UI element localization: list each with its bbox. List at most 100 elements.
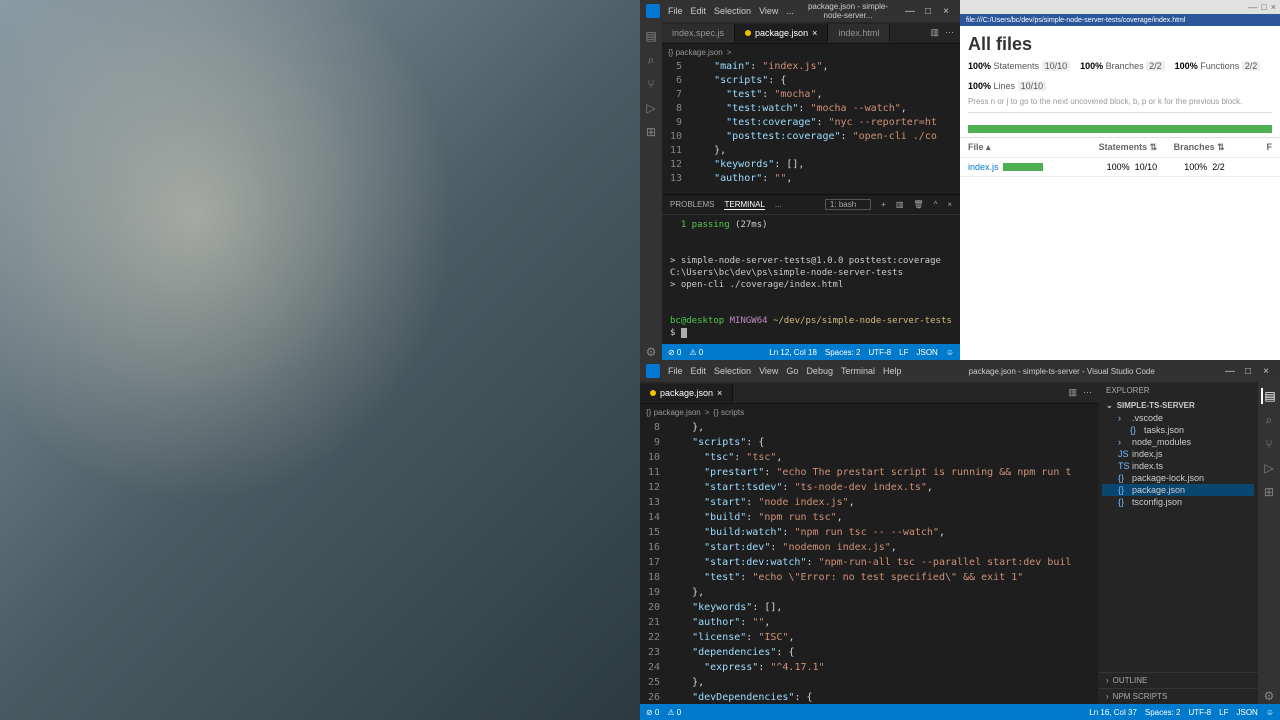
menu-edit[interactable]: Edit [691,6,707,16]
browser-titlebar[interactable]: — □ × [960,0,1280,14]
status-feedback-icon[interactable]: ☺ [1266,708,1274,717]
source-control-icon[interactable]: ⑂ [643,76,659,92]
menu-item[interactable]: Edit [691,366,707,376]
breadcrumb[interactable]: {} package.json> [662,44,960,60]
coverage-progress-bar [968,125,1272,133]
coverage-row[interactable]: index.js 100% 10/10 100% 2/2 [960,158,1280,177]
panel-tab-more[interactable]: ... [775,200,782,209]
panel-tab-terminal[interactable]: TERMINAL [724,200,764,210]
files-icon[interactable]: ▤ [643,28,659,44]
status-warnings[interactable]: ⚠ 0 [667,708,681,717]
new-terminal-icon[interactable]: + [881,200,886,209]
shell-selector[interactable]: 1: bash [825,199,871,210]
menu-more[interactable]: ... [786,6,794,16]
menu-item[interactable]: View [759,366,778,376]
extensions-icon[interactable]: ⊞ [1261,484,1277,500]
more-icon[interactable]: ⋯ [945,27,954,38]
menu-item[interactable]: Terminal [841,366,875,376]
minimize-icon[interactable]: — [1248,2,1257,12]
status-language[interactable]: JSON [1236,708,1257,717]
coverage-title: All files [968,34,1272,55]
files-icon[interactable]: ▤ [1261,388,1277,404]
code-editor[interactable]: 891011121314151617181920212223242526 }, … [640,420,1098,704]
maximize-button[interactable]: □ [920,6,936,17]
menu-item[interactable]: Go [786,366,798,376]
terminal[interactable]: 1 passing (27ms) > simple-node-server-te… [662,215,960,344]
menu-file[interactable]: File [668,6,683,16]
tree-item[interactable]: {}package-lock.json [1102,472,1254,484]
maximize-panel-icon[interactable]: ^ [934,200,938,209]
tab-index-spec[interactable]: index.spec.js [662,24,735,42]
titlebar[interactable]: File Edit Selection View Go Debug Terminal Help… [640,360,1280,382]
split-editor-icon[interactable]: ▥ [930,27,939,38]
background-photo [0,0,650,720]
maximize-icon[interactable]: □ [1261,2,1266,12]
npm-scripts-section[interactable]: ›NPM SCRIPTS [1098,688,1258,704]
close-button[interactable]: × [938,6,954,17]
menu-item[interactable]: Help [883,366,902,376]
close-tab-icon[interactable]: × [717,388,722,398]
menu-item[interactable]: Debug [806,366,833,376]
breadcrumb[interactable]: {} package.json>{} scripts [640,404,1098,420]
status-feedback-icon[interactable]: ☺ [946,348,954,357]
col-functions[interactable]: F [1225,142,1272,153]
status-language[interactable]: JSON [916,348,937,357]
close-panel-icon[interactable]: × [947,200,952,209]
search-icon[interactable]: ⌕ [1261,412,1277,428]
file-icon: {} [1118,473,1128,483]
more-icon[interactable]: ⋯ [1083,387,1092,398]
tree-item[interactable]: {}tsconfig.json [1102,496,1254,508]
extensions-icon[interactable]: ⊞ [643,124,659,140]
close-icon[interactable]: × [1271,2,1276,12]
tree-item[interactable]: TSindex.ts [1102,460,1254,472]
source-control-icon[interactable]: ⑂ [1261,436,1277,452]
debug-icon[interactable]: ▷ [643,100,659,116]
tree-item[interactable]: JSindex.js [1102,448,1254,460]
tree-item[interactable]: {}package.json [1102,484,1254,496]
menu-selection[interactable]: Selection [714,6,751,16]
tree-item[interactable]: {}tasks.json [1102,424,1254,436]
code-editor[interactable]: 5678910111213 "main": "index.js", "scrip… [662,60,960,194]
status-spaces[interactable]: Spaces: 2 [825,348,861,357]
trash-icon[interactable]: 🗑 [913,200,923,209]
tab-index-html[interactable]: index.html [828,24,890,42]
status-eol[interactable]: LF [899,348,908,357]
minimize-button[interactable]: — [1222,366,1238,377]
menu-item[interactable]: File [668,366,683,376]
split-terminal-icon[interactable]: ▥ [896,200,904,209]
col-file[interactable]: File ▴ [968,142,1090,153]
chevron-right-icon: › [1106,692,1109,701]
status-errors[interactable]: ⊘ 0 [668,348,681,357]
tree-item[interactable]: ›.vscode [1102,412,1254,424]
status-warnings[interactable]: ⚠ 0 [689,348,703,357]
outline-section[interactable]: ›OUTLINE [1098,672,1258,688]
tree-item[interactable]: ›node_modules [1102,436,1254,448]
tab-package-json[interactable]: package.json× [640,384,733,402]
address-bar[interactable]: file:///C:/Users/bc/dev/ps/simple-node-s… [960,14,1280,26]
menu-item[interactable]: Selection [714,366,751,376]
status-errors[interactable]: ⊘ 0 [646,708,659,717]
minimize-button[interactable]: — [902,6,918,17]
status-cursor[interactable]: Ln 12, Col 18 [769,348,817,357]
maximize-button[interactable]: □ [1240,366,1256,377]
tab-package-json[interactable]: package.json× [735,24,828,42]
status-cursor[interactable]: Ln 16, Col 37 [1089,708,1137,717]
close-button[interactable]: × [1258,366,1274,377]
gear-icon[interactable]: ⚙ [1261,688,1277,704]
split-editor-icon[interactable]: ▥ [1068,387,1077,398]
project-name[interactable]: ⌄SIMPLE-TS-SERVER [1098,399,1258,412]
status-encoding[interactable]: UTF-8 [868,348,891,357]
col-branches[interactable]: Branches ⇅ [1157,142,1225,153]
status-spaces[interactable]: Spaces: 2 [1145,708,1181,717]
status-encoding[interactable]: UTF-8 [1188,708,1211,717]
panel-tab-problems[interactable]: PROBLEMS [670,200,714,209]
close-tab-icon[interactable]: × [812,28,817,38]
titlebar[interactable]: File Edit Selection View ... package.jso… [640,0,960,22]
debug-icon[interactable]: ▷ [1261,460,1277,476]
col-statements[interactable]: Statements ⇅ [1090,142,1158,153]
json-icon [650,390,656,396]
gear-icon[interactable]: ⚙ [643,344,659,360]
search-icon[interactable]: ⌕ [643,52,659,68]
status-eol[interactable]: LF [1219,708,1228,717]
menu-view[interactable]: View [759,6,778,16]
